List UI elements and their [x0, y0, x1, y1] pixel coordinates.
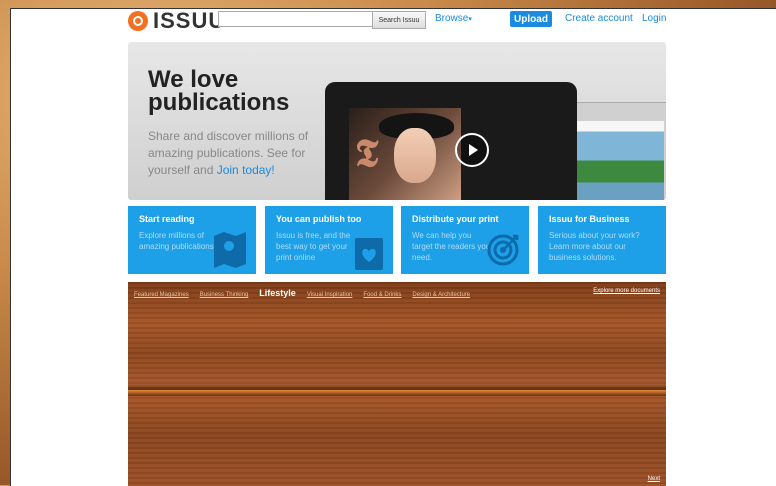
upload-button[interactable]: Upload	[510, 11, 552, 27]
logo-text: ISSUU	[153, 8, 226, 33]
magazine-cover-image: 𝕿	[349, 108, 461, 200]
play-icon[interactable]	[455, 133, 489, 167]
card-business[interactable]: Issuu for Business Serious about your wo…	[538, 206, 666, 274]
nyt-logo-icon: 𝕿	[355, 130, 379, 175]
tab-visual-inspiration[interactable]: Visual Inspiration	[307, 292, 353, 298]
browse-menu[interactable]: Browse▾	[435, 13, 472, 24]
bookshelf: Featured Magazines Business Thinking Lif…	[128, 282, 666, 486]
hero-title-line1: We love	[148, 66, 239, 93]
issuu-logo[interactable]: ISSUU	[128, 8, 226, 34]
card-title: You can publish too	[276, 214, 362, 224]
hero-banner: We love publications Share and discover …	[128, 42, 666, 200]
tab-food-drinks[interactable]: Food & Drinks	[363, 292, 401, 298]
explore-more-link[interactable]: Explore more documents	[593, 288, 660, 294]
chevron-down-icon: ▾	[468, 16, 472, 23]
map-icon	[214, 232, 246, 268]
tab-design-architecture[interactable]: Design & Architecture	[412, 292, 470, 298]
header: ISSUU Search Issuu Browse▾ Upload Create…	[128, 9, 668, 35]
feature-cards: Start reading Explore millions of amazin…	[128, 206, 668, 276]
card-desc: Serious about your work? Learn more abou…	[549, 231, 640, 262]
card-desc: Explore millions of amazing publications	[139, 231, 214, 251]
shelf-rim	[128, 390, 666, 396]
hero-subtitle: Share and discover millions of amazing p…	[148, 128, 323, 179]
card-publish[interactable]: You can publish too Issuu is free, and t…	[265, 206, 393, 274]
card-title: Issuu for Business	[549, 214, 630, 224]
card-desc: Issuu is free, and the best way to get y…	[276, 231, 351, 262]
browse-label: Browse	[435, 13, 469, 24]
tab-business-thinking[interactable]: Business Thinking	[200, 292, 249, 298]
tab-featured-magazines[interactable]: Featured Magazines	[134, 292, 189, 298]
card-start-reading[interactable]: Start reading Explore millions of amazin…	[128, 206, 256, 274]
card-title: Start reading	[139, 214, 195, 224]
card-distribute[interactable]: Distribute your print We can help you ta…	[401, 206, 529, 274]
search-button[interactable]: Search Issuu	[372, 11, 426, 29]
login-link[interactable]: Login	[642, 13, 666, 24]
join-today-link[interactable]: Join today!	[217, 163, 275, 177]
publication-heart-icon	[355, 238, 383, 270]
card-desc: We can help you target the readers you n…	[412, 231, 491, 262]
search-input[interactable]	[218, 11, 374, 27]
hero-title-line2: publications	[148, 89, 290, 116]
shelf-tabs: Featured Magazines Business Thinking Lif…	[134, 288, 470, 298]
hero-title: We love publications	[148, 66, 290, 116]
tablet-image-primary: 𝕿	[325, 82, 577, 200]
browser-window: ISSUU Search Issuu Browse▾ Upload Create…	[10, 8, 776, 486]
issuu-logo-icon	[128, 11, 148, 31]
next-link[interactable]: Next	[648, 476, 660, 482]
cover-face-shape	[394, 128, 436, 183]
tab-lifestyle[interactable]: Lifestyle	[259, 288, 296, 298]
target-icon	[487, 234, 519, 266]
card-title: Distribute your print	[412, 214, 499, 224]
create-account-link[interactable]: Create account	[565, 13, 633, 24]
